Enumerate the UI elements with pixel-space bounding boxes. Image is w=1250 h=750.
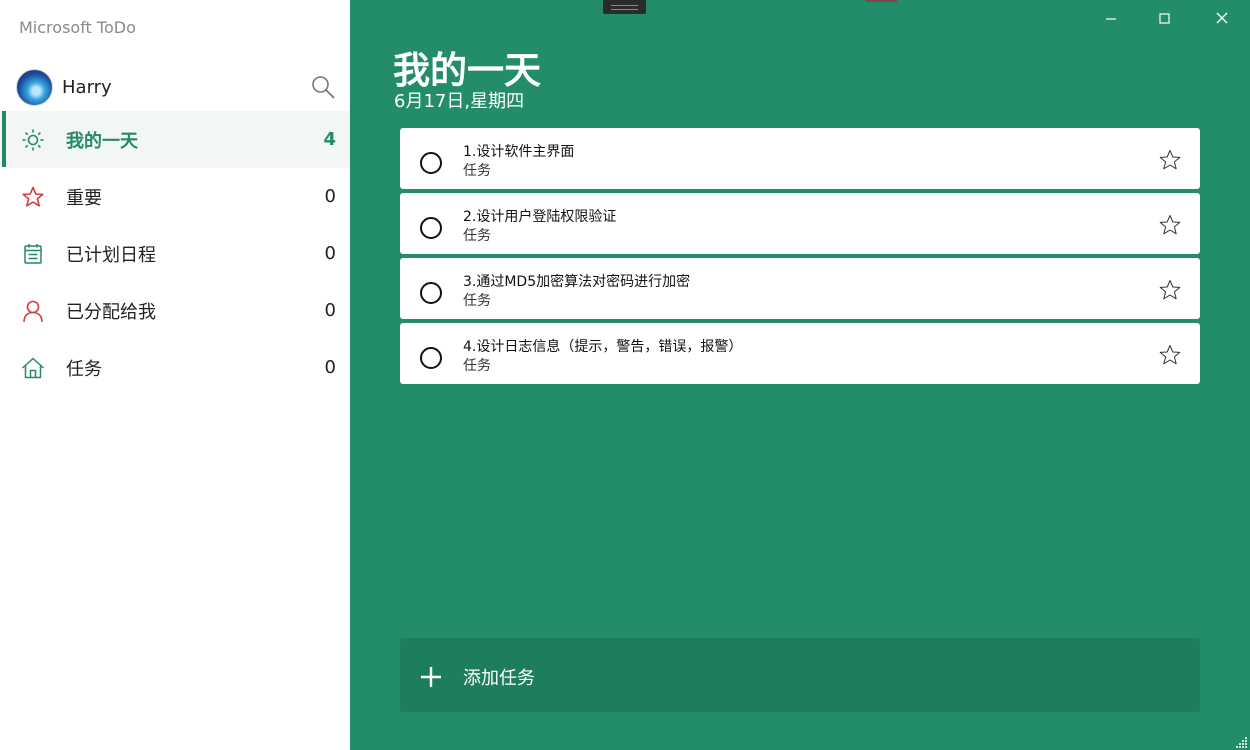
star-icon[interactable] bbox=[1158, 213, 1182, 237]
nav-label: 已计划日程 bbox=[66, 244, 156, 266]
task-list: 1.设计软件主界面 任务 2.设计用户登陆权限验证 任务 3.通过MD5加密算法… bbox=[400, 128, 1200, 388]
task-item[interactable]: 4.设计日志信息（提示，警告，错误，报警） 任务 bbox=[400, 323, 1200, 384]
nav-item-assigned[interactable]: 已分配给我 0 bbox=[0, 282, 350, 339]
home-icon bbox=[21, 357, 45, 379]
complete-circle-icon[interactable] bbox=[420, 152, 442, 174]
add-task-label: 添加任务 bbox=[463, 668, 535, 689]
nav-item-planned[interactable]: 已计划日程 0 bbox=[0, 225, 350, 282]
star-icon[interactable] bbox=[1158, 148, 1182, 172]
nav-count: 4 bbox=[323, 129, 336, 150]
resize-grip-icon[interactable] bbox=[1236, 736, 1248, 748]
task-item[interactable]: 3.通过MD5加密算法对密码进行加密 任务 bbox=[400, 258, 1200, 319]
nav-label: 已分配给我 bbox=[66, 301, 156, 323]
main-panel: 我的一天 6月17日,星期四 1.设计软件主界面 任务 2.设计用户登陆权限验证… bbox=[350, 0, 1250, 750]
nav-item-my-day[interactable]: 我的一天 4 bbox=[0, 111, 350, 168]
plus-icon bbox=[421, 667, 441, 687]
task-title: 3.通过MD5加密算法对密码进行加密 bbox=[463, 274, 691, 290]
nav-label: 我的一天 bbox=[66, 130, 138, 152]
drag-indicator bbox=[865, 0, 897, 2]
app-title: Microsoft ToDo bbox=[19, 18, 136, 37]
sun-icon bbox=[22, 129, 44, 151]
task-title: 1.设计软件主界面 bbox=[463, 144, 575, 160]
star-icon bbox=[22, 186, 44, 207]
nav-label: 重要 bbox=[66, 187, 102, 209]
search-icon[interactable] bbox=[310, 74, 336, 100]
drag-handle[interactable] bbox=[603, 0, 646, 14]
nav-label: 任务 bbox=[66, 358, 102, 380]
person-icon bbox=[23, 300, 43, 323]
task-list-name: 任务 bbox=[463, 358, 491, 374]
page-date: 6月17日,星期四 bbox=[394, 91, 525, 112]
nav-count: 0 bbox=[324, 186, 336, 207]
task-list-name: 任务 bbox=[463, 228, 491, 244]
complete-circle-icon[interactable] bbox=[420, 282, 442, 304]
nav-item-important[interactable]: 重要 0 bbox=[0, 168, 350, 225]
nav-count: 0 bbox=[324, 243, 336, 264]
sidebar: Microsoft ToDo Harry 我的一天 4 重要 0 已计划日程 0… bbox=[0, 0, 350, 750]
avatar[interactable] bbox=[16, 68, 53, 106]
page-title: 我的一天 bbox=[393, 49, 541, 92]
task-item[interactable]: 2.设计用户登陆权限验证 任务 bbox=[400, 193, 1200, 254]
task-title: 2.设计用户登陆权限验证 bbox=[463, 209, 617, 225]
user-name: Harry bbox=[62, 76, 112, 98]
calendar-icon bbox=[24, 244, 42, 264]
task-list-name: 任务 bbox=[463, 293, 491, 309]
star-icon[interactable] bbox=[1158, 343, 1182, 367]
add-task-button[interactable]: 添加任务 bbox=[400, 638, 1200, 712]
complete-circle-icon[interactable] bbox=[420, 347, 442, 369]
nav-count: 0 bbox=[324, 357, 336, 378]
maximize-button[interactable] bbox=[1142, 4, 1188, 34]
task-item[interactable]: 1.设计软件主界面 任务 bbox=[400, 128, 1200, 189]
task-list-name: 任务 bbox=[463, 163, 491, 179]
close-button[interactable] bbox=[1199, 4, 1245, 34]
star-icon[interactable] bbox=[1158, 278, 1182, 302]
minimize-button[interactable] bbox=[1088, 4, 1134, 34]
nav-list: 我的一天 4 重要 0 已计划日程 0 已分配给我 0 任务 0 bbox=[0, 111, 350, 396]
task-title: 4.设计日志信息（提示，警告，错误，报警） bbox=[463, 339, 743, 355]
user-profile[interactable]: Harry bbox=[16, 68, 336, 106]
nav-count: 0 bbox=[324, 300, 336, 321]
complete-circle-icon[interactable] bbox=[420, 217, 442, 239]
nav-item-tasks[interactable]: 任务 0 bbox=[0, 339, 350, 396]
